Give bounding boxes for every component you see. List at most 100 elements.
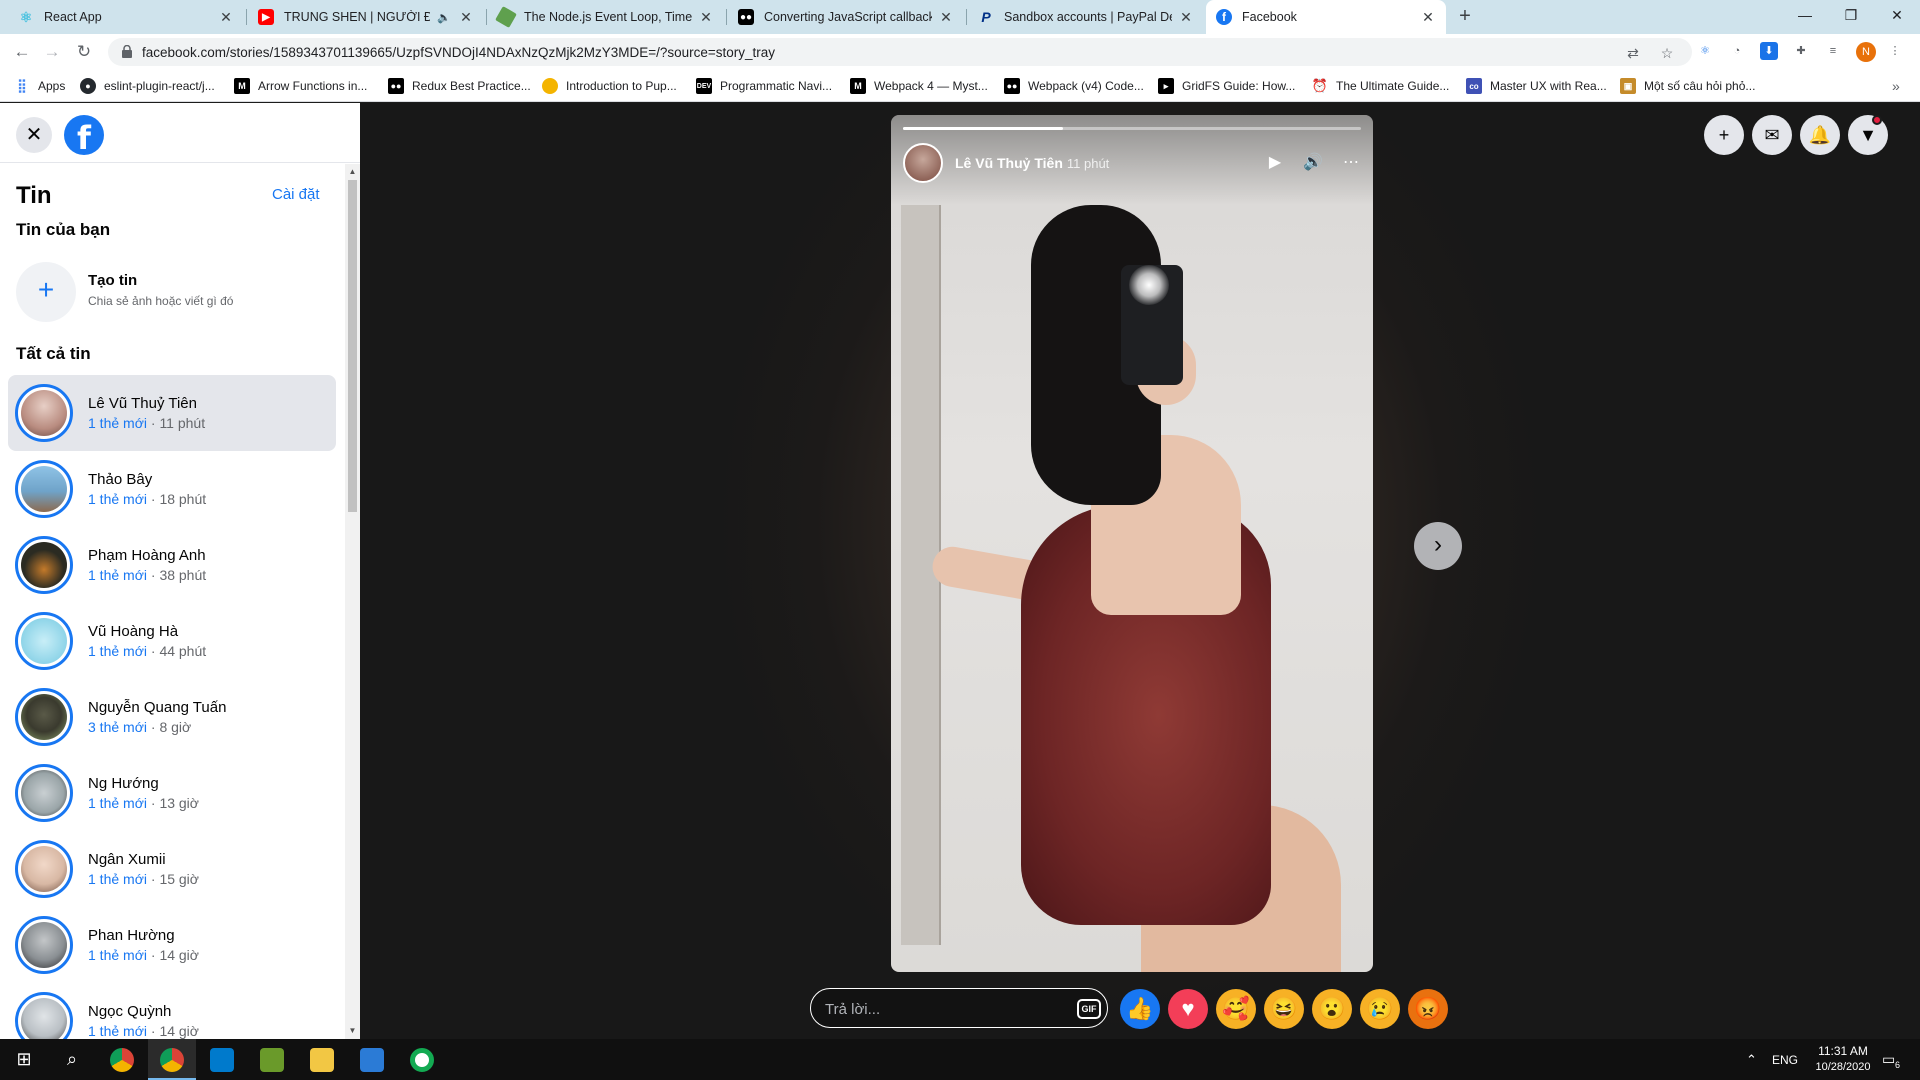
chrome-icon[interactable]: [98, 1039, 146, 1080]
story-item[interactable]: Ng Hướng 1 thẻ mới · 13 giờ: [8, 755, 336, 831]
search-icon[interactable]: ⌕: [48, 1039, 96, 1080]
address-bar[interactable]: facebook.com/stories/1589343701139665/Uz…: [108, 38, 1692, 66]
facebook-logo-icon[interactable]: f: [64, 115, 104, 155]
story-item[interactable]: Phạm Hoàng Anh 1 thẻ mới · 38 phút: [8, 527, 336, 603]
back-button[interactable]: ←: [10, 40, 34, 64]
haha-icon[interactable]: 😆: [1264, 989, 1304, 1029]
story-item[interactable]: Phan Hường 1 thẻ mới · 14 giờ: [8, 907, 336, 983]
close-tab-icon[interactable]: ✕: [1178, 9, 1194, 26]
clock-time[interactable]: 11:31 AM: [1812, 1044, 1874, 1058]
menu-kebab-icon[interactable]: ⋮: [1886, 42, 1904, 60]
mongodb-compass-icon[interactable]: [398, 1039, 446, 1080]
like-icon[interactable]: 👍: [1120, 989, 1160, 1029]
story-author-avatar[interactable]: [903, 143, 943, 183]
sidebar-scrollbar[interactable]: ▲ ▼: [345, 164, 360, 1039]
story-author-name: Ngân Xumii: [88, 851, 166, 868]
bookmark-item[interactable]: M Webpack 4 — Myst...: [850, 77, 988, 95]
bookmark-item[interactable]: ▣ Một số câu hỏi phỏ...: [1620, 77, 1755, 95]
bookmark-item[interactable]: ● eslint-plugin-react/j...: [80, 77, 215, 95]
tab-medium-callbacks[interactable]: ●● Converting JavaScript callbacks to ✕: [728, 0, 964, 34]
new-tab-button[interactable]: +: [1453, 5, 1477, 29]
love-icon[interactable]: ♥: [1168, 989, 1208, 1029]
scrollbar-thumb[interactable]: [348, 180, 357, 512]
tab-paypal[interactable]: P Sandbox accounts | PayPal Develop ✕: [968, 0, 1204, 34]
bookmark-item[interactable]: DEV Programmatic Navi...: [696, 77, 832, 95]
vscode-icon[interactable]: [198, 1039, 246, 1080]
mute-tab-icon[interactable]: 🔈: [436, 11, 452, 24]
wow-icon[interactable]: 😮: [1312, 989, 1352, 1029]
download-extension-icon[interactable]: ⬇: [1760, 42, 1778, 60]
bookmark-item[interactable]: Introduction to Pup...: [542, 77, 677, 95]
reply-input[interactable]: [825, 998, 1045, 1020]
story-item[interactable]: Thảo Bây 1 thẻ mới · 18 phút: [8, 451, 336, 527]
volume-icon[interactable]: 🔊: [1301, 151, 1325, 175]
close-tab-icon[interactable]: ✕: [698, 9, 714, 26]
story-author[interactable]: Lê Vũ Thuỷ Tiên 11 phút: [955, 155, 1109, 171]
extensions-puzzle-icon[interactable]: ✚: [1792, 42, 1810, 60]
tab-facebook[interactable]: f Facebook ✕: [1206, 0, 1446, 34]
story-author-name: Thảo Bây: [88, 471, 153, 488]
story-item[interactable]: Nguyễn Quang Tuấn 3 thẻ mới · 8 giờ: [8, 679, 336, 755]
extension-icon[interactable]: ◔: [1728, 42, 1746, 60]
translate-icon[interactable]: ⇄: [1624, 44, 1642, 62]
bookmark-item[interactable]: ⏰ The Ultimate Guide...: [1312, 77, 1449, 95]
bookmark-item[interactable]: M Arrow Functions in...: [234, 77, 367, 95]
sad-icon[interactable]: 😢: [1360, 989, 1400, 1029]
app-icon[interactable]: [248, 1039, 296, 1080]
create-menu-button[interactable]: +: [1704, 115, 1744, 155]
react-devtools-extension-icon[interactable]: ⚛: [1696, 42, 1714, 60]
profile-avatar[interactable]: N: [1856, 42, 1876, 62]
scroll-down-icon[interactable]: ▼: [348, 1026, 357, 1035]
plus-icon: +: [16, 262, 76, 322]
media-queue-icon[interactable]: ≡: [1824, 42, 1842, 60]
next-story-button[interactable]: ›: [1414, 522, 1462, 570]
create-story-button[interactable]: + Tạo tin Chia sẻ ảnh hoặc viết gì đó: [8, 252, 338, 332]
bookmarks-overflow-icon[interactable]: »: [1892, 77, 1900, 95]
minimize-button[interactable]: —: [1782, 0, 1828, 34]
chrome-profile-icon[interactable]: [148, 1039, 196, 1080]
story-item[interactable]: Lê Vũ Thuỷ Tiên 1 thẻ mới · 11 phút: [8, 375, 336, 451]
tray-overflow-icon[interactable]: ⌃: [1746, 1052, 1757, 1068]
bookmark-item[interactable]: ●● Redux Best Practice...: [388, 77, 531, 95]
close-tab-icon[interactable]: ✕: [458, 9, 474, 26]
messenger-button[interactable]: ✉: [1752, 115, 1792, 155]
windows-start-icon[interactable]: ⊞: [0, 1039, 48, 1080]
bookmark-star-icon[interactable]: ☆: [1658, 44, 1676, 62]
tab-nodejs[interactable]: The Node.js Event Loop, Timers, a ✕: [488, 0, 724, 34]
gif-button[interactable]: GIF: [1077, 999, 1101, 1019]
story-item[interactable]: Ngọc Quỳnh 1 thẻ mới · 14 giờ: [8, 983, 336, 1039]
language-indicator[interactable]: ENG: [1772, 1053, 1798, 1067]
bookmark-item[interactable]: ▸ GridFS Guide: How...: [1158, 77, 1295, 95]
notifications-button[interactable]: 🔔: [1800, 115, 1840, 155]
close-window-button[interactable]: ✕: [1874, 0, 1920, 34]
close-tab-icon[interactable]: ✕: [218, 9, 234, 26]
close-stories-button[interactable]: ✕: [16, 117, 52, 153]
care-icon[interactable]: 🥰: [1216, 989, 1256, 1029]
close-tab-icon[interactable]: ✕: [938, 9, 954, 26]
file-explorer-icon[interactable]: [298, 1039, 346, 1080]
story-item[interactable]: Ngân Xumii 1 thẻ mới · 15 giờ: [8, 831, 336, 907]
bookmark-item[interactable]: co Master UX with Rea...: [1466, 77, 1607, 95]
story-card[interactable]: Lê Vũ Thuỷ Tiên 11 phút ▶ 🔊 ⋯: [891, 115, 1373, 972]
bookmark-apps[interactable]: ⣿ Apps: [14, 77, 65, 95]
clock-date[interactable]: 10/28/2020: [1806, 1061, 1880, 1073]
account-menu-button[interactable]: ▼: [1848, 115, 1888, 155]
settings-link[interactable]: Cài đặt: [272, 186, 320, 203]
tab-react-app[interactable]: ⚛ React App ✕: [8, 0, 244, 34]
play-icon[interactable]: ▶: [1263, 151, 1287, 175]
maximize-button[interactable]: ❐: [1828, 0, 1874, 34]
messenger-icon: ✉: [1764, 125, 1780, 145]
stories-scroll-area[interactable]: Tin Cài đặt Tin của bạn + Tạo tin Chia s…: [0, 164, 345, 1039]
story-item[interactable]: Vũ Hoàng Hà 1 thẻ mới · 44 phút: [8, 603, 336, 679]
angry-icon[interactable]: 😡: [1408, 989, 1448, 1029]
close-tab-icon[interactable]: ✕: [1420, 9, 1436, 26]
action-center-icon[interactable]: ▭: [1882, 1051, 1895, 1068]
more-options-icon[interactable]: ⋯: [1339, 151, 1363, 175]
story-meta: 3 thẻ mới · 8 giờ: [88, 719, 192, 735]
reload-button[interactable]: ↻: [72, 40, 96, 64]
screen-capture-icon[interactable]: [348, 1039, 396, 1080]
tab-youtube[interactable]: ▶ TRUNG SHEN | NGƯỜI ĐẦU 🔈 ✕: [248, 0, 484, 34]
bookmark-item[interactable]: ●● Webpack (v4) Code...: [1004, 77, 1144, 95]
scroll-up-icon[interactable]: ▲: [348, 167, 357, 176]
forward-button[interactable]: →: [40, 40, 64, 64]
